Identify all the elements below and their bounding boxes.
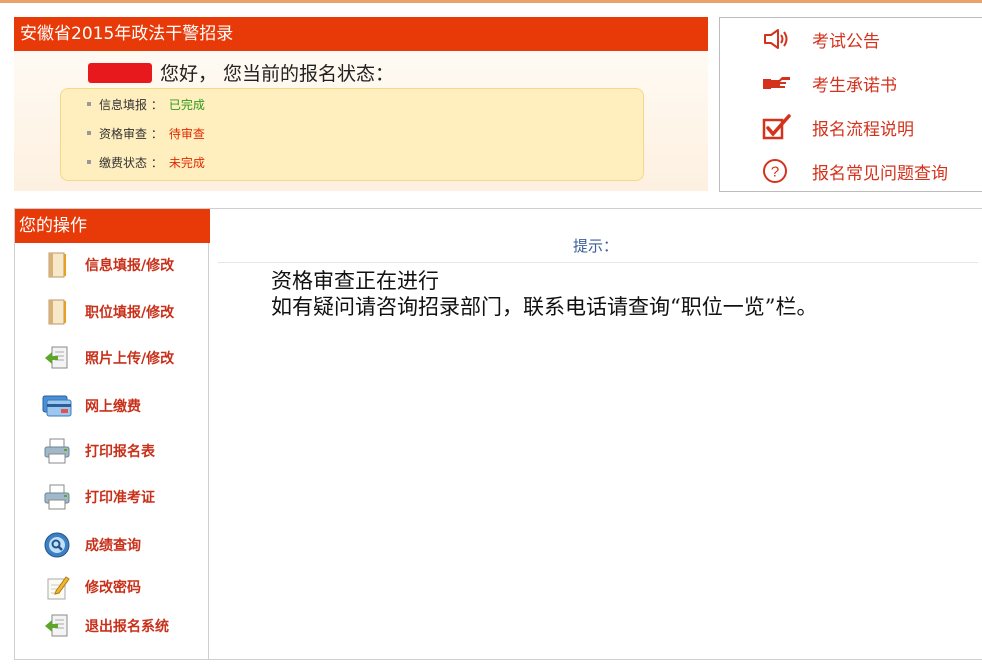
status-box: 信息填报 ： 已完成 资格审查 ： 待审查 缴费状态 ： 未完成 (60, 88, 644, 181)
bullet-icon (87, 160, 91, 164)
sidebar-item-label: 照片上传/修改 (85, 351, 175, 367)
sidebar-item-label: 职位填报/修改 (85, 305, 175, 321)
sidebar-item-label: 打印报名表 (85, 444, 155, 460)
sidebar-item-label: 打印准考证 (85, 490, 155, 506)
link-exam-notice[interactable]: 考试公告 (762, 26, 880, 52)
top-border (0, 0, 982, 3)
message-line-2: 如有疑问请咨询招录部门，联系电话请查询“职位一览”栏。 (271, 295, 818, 319)
credit-card-icon (41, 391, 73, 421)
pencil-icon (41, 572, 73, 602)
bullet-icon (87, 131, 91, 135)
printer-icon (41, 436, 73, 466)
exit-icon (41, 611, 73, 641)
sidebar-item-password[interactable]: 修改密码 (41, 572, 141, 602)
bullet-icon (87, 102, 91, 106)
status-item-info: 信息填报 ： 已完成 (87, 96, 205, 113)
sidebar-item-label: 成绩查询 (85, 538, 141, 554)
greeting-text: 您好， 您当前的报名状态： (160, 63, 395, 85)
status-item-qualification: 资格审查 ： 待审查 (87, 125, 205, 142)
link-faq[interactable]: ? 报名常见问题查询 (762, 158, 948, 184)
sidebar-item-label: 信息填报/修改 (85, 258, 175, 274)
link-label: 考试公告 (812, 31, 880, 52)
greeting: 您好， 您当前的报名状态： (88, 59, 394, 86)
status-value: 未完成 (168, 156, 205, 170)
svg-text:?: ? (771, 164, 779, 181)
sidebar-item-print-admission[interactable]: 打印准考证 (41, 482, 155, 512)
printer-icon (41, 482, 73, 512)
notebook-icon (41, 250, 73, 280)
question-icon: ? (762, 158, 792, 184)
notebook-icon (41, 297, 73, 327)
operations-sidebar: 您的操作 信息填报/修改 职位填报/修改 照片上传/修改 网上缴费 打印报名表 … (14, 208, 210, 660)
link-commitment[interactable]: 考生承诺书 (762, 70, 897, 96)
sidebar-item-info[interactable]: 信息填报/修改 (41, 250, 174, 280)
sidebar-item-print-form[interactable]: 打印报名表 (41, 436, 155, 466)
links-panel: 考试公告 考生承诺书 报名流程说明 ? 报名常见问题查询 (719, 17, 982, 192)
pointing-hand-icon (762, 70, 792, 96)
status-panel: 安徽省2015年政法干警招录 您好， 您当前的报名状态： 信息填报 ： 已完成 资… (14, 17, 708, 191)
status-item-payment: 缴费状态 ： 未完成 (87, 154, 205, 171)
redacted-name (88, 63, 152, 83)
status-label: 信息填报 ： (99, 98, 163, 112)
upload-icon (41, 343, 73, 373)
sidebar-title: 您的操作 (15, 209, 210, 243)
sidebar-item-exit[interactable]: 退出报名系统 (41, 611, 169, 641)
magnifier-icon (41, 530, 73, 560)
sidebar-item-label: 修改密码 (85, 580, 141, 596)
status-label: 缴费状态 ： (99, 156, 163, 170)
link-process[interactable]: 报名流程说明 (762, 114, 914, 140)
link-label: 报名流程说明 (812, 119, 914, 140)
main-content: 提示： 资格审查正在进行 如有疑问请咨询招录部门，联系电话请查询“职位一览”栏。 (209, 208, 982, 660)
sidebar-item-position[interactable]: 职位填报/修改 (41, 297, 174, 327)
sidebar-item-payment[interactable]: 网上缴费 (41, 391, 141, 421)
sidebar-item-score[interactable]: 成绩查询 (41, 530, 141, 560)
status-label: 资格审查 ： (99, 127, 163, 141)
page-title: 安徽省2015年政法干警招录 (14, 17, 708, 51)
status-value: 已完成 (168, 98, 205, 112)
sidebar-item-photo[interactable]: 照片上传/修改 (41, 343, 174, 373)
sidebar-item-label: 退出报名系统 (85, 619, 169, 635)
link-label: 考生承诺书 (812, 75, 897, 96)
link-label: 报名常见问题查询 (812, 163, 948, 184)
sidebar-item-label: 网上缴费 (85, 399, 141, 415)
divider (218, 262, 978, 263)
speaker-icon (762, 26, 792, 52)
checkbox-icon (762, 114, 792, 140)
hint-title: 提示： (572, 237, 618, 255)
status-value: 待审查 (168, 127, 205, 141)
